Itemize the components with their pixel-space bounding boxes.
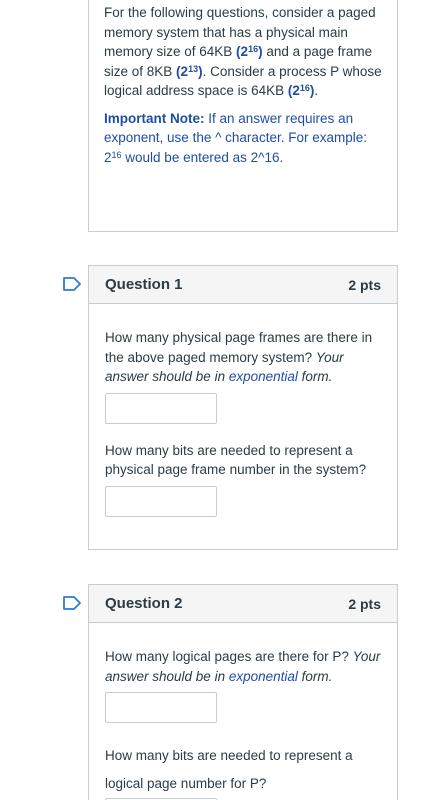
- question-2-part-2-text: How many bits are needed to represent a …: [105, 742, 381, 800]
- question-1-header: Question 1 2 pts: [89, 266, 397, 304]
- question-points: 2 pts: [348, 276, 381, 293]
- question-1-answer-1-input[interactable]: [105, 392, 217, 424]
- question-1-answer-2-input[interactable]: [105, 485, 217, 517]
- flag-question-2-icon[interactable]: [63, 596, 81, 610]
- question-1-part-2-text: How many bits are needed to represent a …: [105, 442, 367, 478]
- question-1-card: Question 1 2 pts How many physical page …: [88, 265, 398, 550]
- flag-question-1-icon[interactable]: [63, 277, 81, 291]
- question-title: Question 2: [105, 595, 183, 612]
- question-2-card: Question 2 2 pts How many logical pages …: [88, 584, 398, 800]
- instructions-text: For the following questions, consider a …: [104, 5, 382, 98]
- important-note: Important Note: If an answer requires an…: [104, 110, 367, 165]
- question-2-part-1-text: How many logical pages are there for P? …: [105, 649, 381, 684]
- question-title: Question 1: [105, 276, 183, 293]
- question-points: 2 pts: [348, 595, 381, 612]
- question-1-part-1-text: How many physical page frames are there …: [105, 330, 373, 384]
- question-2-answer-1-input[interactable]: [105, 692, 217, 723]
- instructions-panel: For the following questions, consider a …: [88, 0, 398, 232]
- question-2-header: Question 2 2 pts: [89, 585, 397, 623]
